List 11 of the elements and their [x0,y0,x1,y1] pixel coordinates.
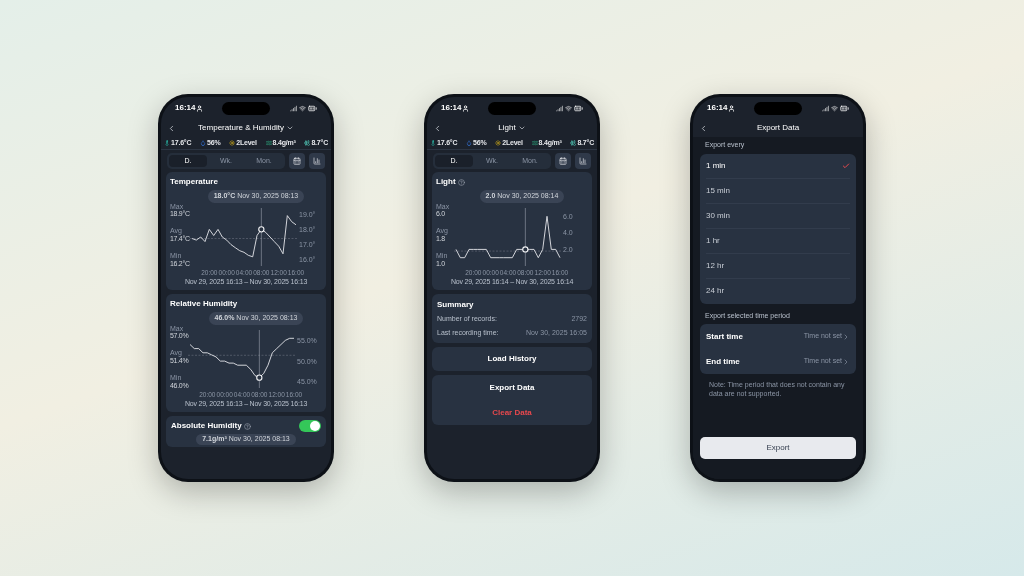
card-title: Relative Humidity [170,298,238,310]
screen-title: Temperature & Humidity [198,122,284,134]
card-title: Light [436,176,456,188]
status-time: 16:14 [707,102,728,114]
card-title: Summary [437,299,475,311]
status-time: 16:14 [175,102,196,114]
status-time: 16:14 [441,102,462,114]
card-title: Absolute Humidity [171,420,242,432]
screen-title: Export Data [756,122,800,134]
screen-title: Light [498,122,516,134]
card-title: Temperature [170,176,218,188]
